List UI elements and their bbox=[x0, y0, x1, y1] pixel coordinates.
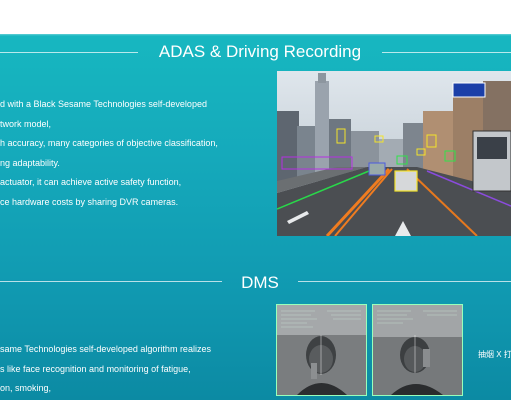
dms-driver-image bbox=[276, 304, 367, 396]
adas-feature-item: h accuracy, many categories of objective… bbox=[0, 138, 218, 148]
adas-feature-list: d with a Black Sesame Technologies self-… bbox=[0, 95, 218, 212]
dms-feature-list: same Technologies self-developed algorit… bbox=[0, 340, 211, 399]
section-title-adas: ADAS & Driving Recording bbox=[158, 42, 362, 61]
top-white-band bbox=[0, 0, 511, 34]
dms-feature-item: s like face recognition and monitoring o… bbox=[0, 363, 191, 374]
dms-image-caption: 抽烟 X 打 bbox=[478, 350, 511, 359]
dms-feature-item: same Technologies self-developed algorit… bbox=[0, 344, 211, 354]
adas-feature-item: actuator, it can achieve active safety f… bbox=[0, 177, 182, 187]
title-divider-right bbox=[382, 52, 511, 53]
title-divider-left bbox=[0, 52, 138, 53]
adas-feature-item: d with a Black Sesame Technologies self-… bbox=[0, 99, 207, 109]
dms-feature-item: on, smoking, bbox=[0, 383, 52, 393]
section-title-dms: DMS bbox=[241, 273, 279, 292]
title-divider-right bbox=[298, 281, 511, 282]
adas-feature-item: twork model, bbox=[0, 118, 52, 129]
adas-detection-image bbox=[277, 71, 511, 236]
title-divider-left bbox=[0, 281, 222, 282]
adas-feature-item: ng adaptability. bbox=[0, 157, 60, 168]
adas-feature-item: ce hardware costs by sharing DVR cameras… bbox=[0, 196, 179, 207]
dms-driver-image bbox=[372, 304, 463, 396]
